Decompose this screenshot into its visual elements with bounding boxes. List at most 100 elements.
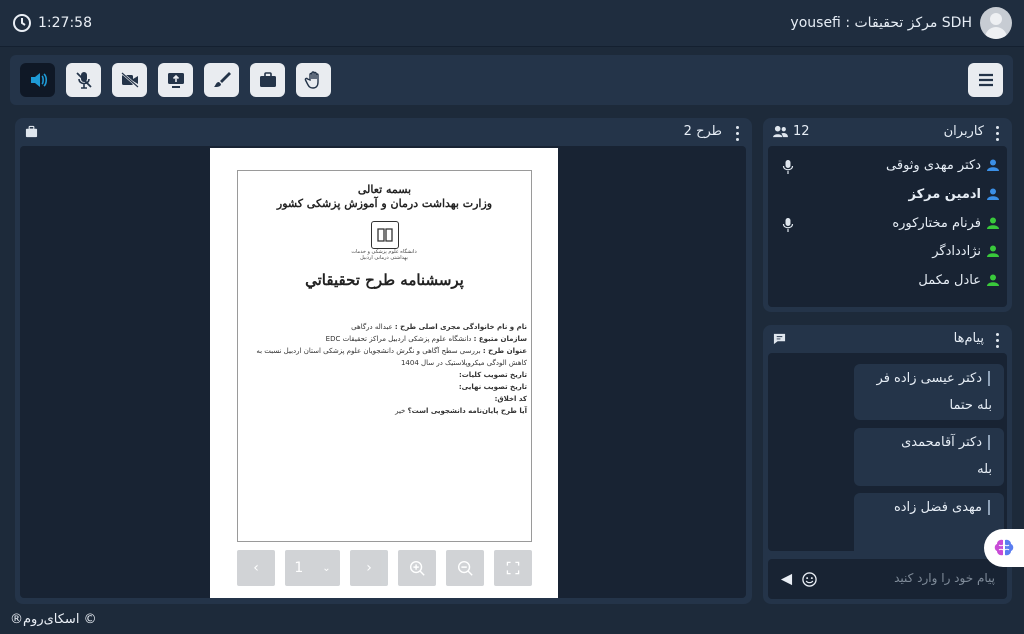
users-icon <box>773 125 788 138</box>
message-text: بله حتما <box>949 398 992 413</box>
presentation-header: طرح 2 <box>15 118 752 144</box>
zoom-in-icon <box>409 560 425 576</box>
camera-off-icon <box>120 72 139 88</box>
footer-brand: © اسکای‌روم® <box>10 612 97 627</box>
user-name: عادل مکمل <box>918 272 981 288</box>
user-icon <box>987 274 999 286</box>
session-timer: 1:27:58 <box>12 13 92 33</box>
users-panel: 12 کاربران دکتر مهدی وثوقی ادمین مرکز فر… <box>763 118 1012 312</box>
user-item[interactable]: ادمین مرکز <box>908 184 999 204</box>
presentation-viewer: بسمه تعالی وزارت بهداشت درمان و آموزش پز… <box>20 146 746 598</box>
user-name: دکتر مهدی وثوقی <box>886 157 981 173</box>
chat-bubble-icon <box>773 333 786 345</box>
users-count: 12 <box>793 124 810 139</box>
camera-button[interactable] <box>112 63 147 97</box>
brand-name: اسکای‌روم® <box>10 612 80 627</box>
chat-panel: پیام‌ها دکتر عیسی زاده فر بله حتما دکتر … <box>763 325 1012 604</box>
user-icon <box>987 245 999 257</box>
raise-hand-button[interactable] <box>296 63 331 97</box>
page-select[interactable]: 1 ⌄ <box>285 550 340 586</box>
chat-header: پیام‌ها <box>763 325 1012 351</box>
users-title: کاربران <box>943 124 984 139</box>
presentation-title: طرح 2 <box>683 124 722 139</box>
user-icon <box>987 217 999 229</box>
zoom-out-icon <box>457 560 473 576</box>
document-page: بسمه تعالی وزارت بهداشت درمان و آموزش پز… <box>210 148 558 598</box>
message-sender: دکتر عیسی زاده فر <box>877 371 990 386</box>
user-icon <box>987 188 999 200</box>
clock-icon <box>13 14 31 32</box>
copyright-icon: © <box>83 612 97 627</box>
hamburger-icon <box>978 73 993 87</box>
doc-fields: نام و نام خانوادگی مجری اصلی طرح : عبدال… <box>242 321 527 417</box>
zoom-in-button[interactable] <box>398 550 436 586</box>
doc-field: سازمان متبوع : دانشگاه علوم پزشکی اردبیل… <box>325 335 527 343</box>
chevron-down-icon: ⌄ <box>322 562 331 574</box>
briefcase-icon[interactable] <box>25 125 38 138</box>
doc-field: آیا طرح پایان‌نامه دانشجویی است؟ خیر <box>395 407 527 415</box>
message-sender: دکتر آقامحمدی <box>901 435 990 450</box>
messages-list: دکتر عیسی زاده فر بله حتما دکتر آقامحمدی… <box>768 353 1007 551</box>
fullscreen-button[interactable] <box>494 550 532 586</box>
next-page-button[interactable]: › <box>350 550 388 586</box>
assistant-button[interactable] <box>984 529 1024 567</box>
menu-button[interactable] <box>968 63 1003 97</box>
microphone-button[interactable] <box>66 63 101 97</box>
microphone-icon <box>782 160 794 174</box>
doc-basmala: بسمه تعالی <box>357 183 412 196</box>
user-name: نژاددادگر <box>932 243 981 259</box>
user-icon <box>987 159 999 171</box>
users-list: دکتر مهدی وثوقی ادمین مرکز فرنام مختارکو… <box>768 146 1007 307</box>
user-item[interactable]: دکتر مهدی وثوقی <box>886 155 999 175</box>
users-header: 12 کاربران <box>763 118 1012 144</box>
presentation-menu-icon[interactable] <box>736 126 740 142</box>
whiteboard-button[interactable] <box>204 63 239 97</box>
top-bar: 1:27:58 yousefi : مرکز تحقیقات SDH <box>0 0 1024 47</box>
message-input[interactable]: پیام خود را وارد کنید <box>768 559 1007 599</box>
speaker-icon <box>30 73 47 87</box>
message: دکتر آقامحمدی بله <box>854 428 1004 486</box>
chat-menu-icon[interactable] <box>996 333 1000 349</box>
presentation-panel: طرح 2 بسمه تعالی وزارت بهداشت درمان و آم… <box>15 118 752 604</box>
chat-title: پیام‌ها <box>953 331 984 346</box>
doc-main-title: پرسشنامه طرح تحقیقاتي <box>305 271 464 289</box>
avatar[interactable] <box>980 7 1012 39</box>
doc-field: تاریخ تصویب نهایی: <box>458 383 527 391</box>
fullscreen-icon <box>506 561 520 575</box>
share-screen-icon <box>167 73 184 88</box>
brain-icon <box>994 539 1014 556</box>
doc-ministry: وزارت بهداشت درمان و آموزش پزشکی کشور <box>276 197 493 210</box>
current-user[interactable]: yousefi : مرکز تحقیقات SDH <box>790 7 1012 39</box>
user-item[interactable]: عادل مکمل <box>918 270 999 290</box>
microphone-muted-icon <box>75 72 92 89</box>
timer-text: 1:27:58 <box>38 15 92 31</box>
page-controls: ‹ 1 ⌄ › <box>237 550 533 586</box>
user-name: فرنام مختارکوره <box>892 215 981 231</box>
message-text: بله <box>977 462 992 477</box>
document-frame: بسمه تعالی وزارت بهداشت درمان و آموزش پز… <box>237 170 532 542</box>
university-logo-icon <box>371 221 399 249</box>
doc-logo-text: دانشگاه علوم پزشکی و خدمات بهداشتی درمان… <box>351 249 417 261</box>
share-screen-button[interactable] <box>158 63 193 97</box>
emoji-icon[interactable] <box>802 572 817 587</box>
doc-field: عنوان طرح : بررسی سطح آگاهی و نگرش دانشج… <box>256 347 527 367</box>
prev-page-button[interactable]: ‹ <box>237 550 275 586</box>
toolbar <box>10 55 1013 105</box>
send-icon[interactable] <box>780 573 793 586</box>
message: دکتر عیسی زاده فر بله حتما <box>854 364 1004 420</box>
user-name: ادمین مرکز <box>908 186 982 202</box>
users-menu-icon[interactable] <box>996 126 1000 142</box>
files-button[interactable] <box>250 63 285 97</box>
user-item[interactable]: فرنام مختارکوره <box>892 213 999 233</box>
zoom-out-button[interactable] <box>446 550 484 586</box>
speaker-button[interactable] <box>20 63 55 97</box>
user-item[interactable]: نژاددادگر <box>932 241 999 261</box>
brush-icon <box>213 72 231 87</box>
message-sender: مهدی فضل زاده <box>894 500 990 515</box>
doc-field: کد اخلاق: <box>494 395 527 403</box>
doc-field: نام و نام خانوادگی مجری اصلی طرح : عبدال… <box>351 323 527 331</box>
doc-field: تاریخ تصویب کلیات: <box>458 371 527 379</box>
message-input-placeholder: پیام خود را وارد کنید <box>894 571 995 585</box>
chevron-left-icon: ‹ <box>253 560 259 576</box>
page-number: 1 <box>294 560 304 576</box>
